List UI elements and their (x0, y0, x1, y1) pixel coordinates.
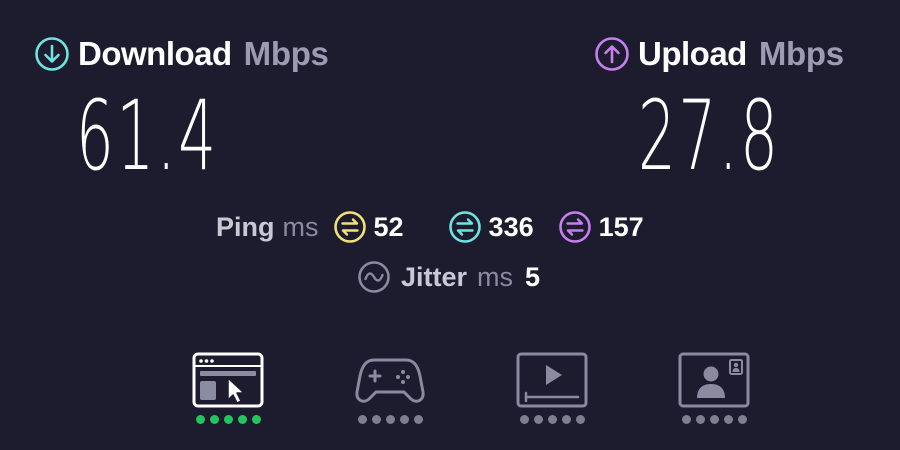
jitter-label: Jitter (401, 261, 468, 292)
rating-dot (533, 415, 543, 424)
arrow-down-circle-icon (35, 37, 69, 71)
rating-dot (723, 415, 733, 424)
rating-dot (709, 415, 719, 424)
ping-idle-icon (333, 211, 366, 243)
ping-upload-value: 157 (598, 211, 644, 242)
usecase-video-call-rating (678, 415, 750, 427)
usecase-gaming-rating (354, 415, 426, 427)
web-browsing-icon (192, 352, 264, 408)
download-speed-value: 61.4 (76, 80, 219, 192)
download-header: Download Mbps (34, 34, 329, 74)
rating-dot (195, 415, 205, 424)
speed-test-results: Download Mbps Upload Mbps 61.4 27.8 Ping… (0, 0, 900, 450)
rating-dot (209, 415, 219, 424)
usecase-video-call[interactable] (674, 348, 754, 432)
upload-unit: Mbps (758, 35, 844, 72)
rating-dot (413, 415, 423, 424)
ping-download-value: 336 (488, 211, 534, 242)
ping-unit: ms (282, 211, 319, 242)
ping-upload-icon (558, 211, 591, 243)
download-unit: Mbps (243, 35, 329, 72)
rating-dot (695, 415, 705, 424)
wave-circle-icon (358, 261, 390, 293)
upload-speed-value: 27.8 (638, 80, 781, 192)
video-streaming-icon (516, 352, 588, 408)
rating-dot (737, 415, 747, 424)
rating-dot (223, 415, 233, 424)
usecase-web-browsing-rating (192, 415, 264, 427)
arrow-up-circle-icon (595, 37, 629, 71)
rating-dot (357, 415, 367, 424)
ping-row: Ping ms 52 336 157 (216, 206, 644, 248)
ping-download-icon (448, 211, 481, 243)
usecase-video-streaming[interactable] (512, 348, 592, 432)
rating-dot (237, 415, 247, 424)
download-label: Download (78, 35, 232, 72)
jitter-row: Jitter ms 5 (357, 256, 540, 298)
upload-label: Upload (638, 35, 747, 72)
gaming-controller-icon (355, 358, 425, 403)
rating-dot (561, 415, 571, 424)
usecase-web-browsing[interactable] (188, 348, 268, 432)
rating-dot (385, 415, 395, 424)
ping-label: Ping (216, 211, 275, 242)
jitter-unit: ms (477, 261, 514, 292)
ping-idle-value: 52 (373, 211, 404, 242)
usecase-gaming[interactable] (350, 348, 430, 432)
rating-dot (371, 415, 381, 424)
rating-dot (399, 415, 409, 424)
rating-dot (547, 415, 557, 424)
rating-dot (519, 415, 529, 424)
video-call-icon (678, 352, 750, 408)
rating-dot (575, 415, 585, 424)
rating-dot (251, 415, 261, 424)
jitter-value: 5 (525, 261, 541, 292)
upload-header: Upload Mbps (594, 34, 844, 74)
rating-dot (681, 415, 691, 424)
usecase-video-streaming-rating (516, 415, 588, 427)
